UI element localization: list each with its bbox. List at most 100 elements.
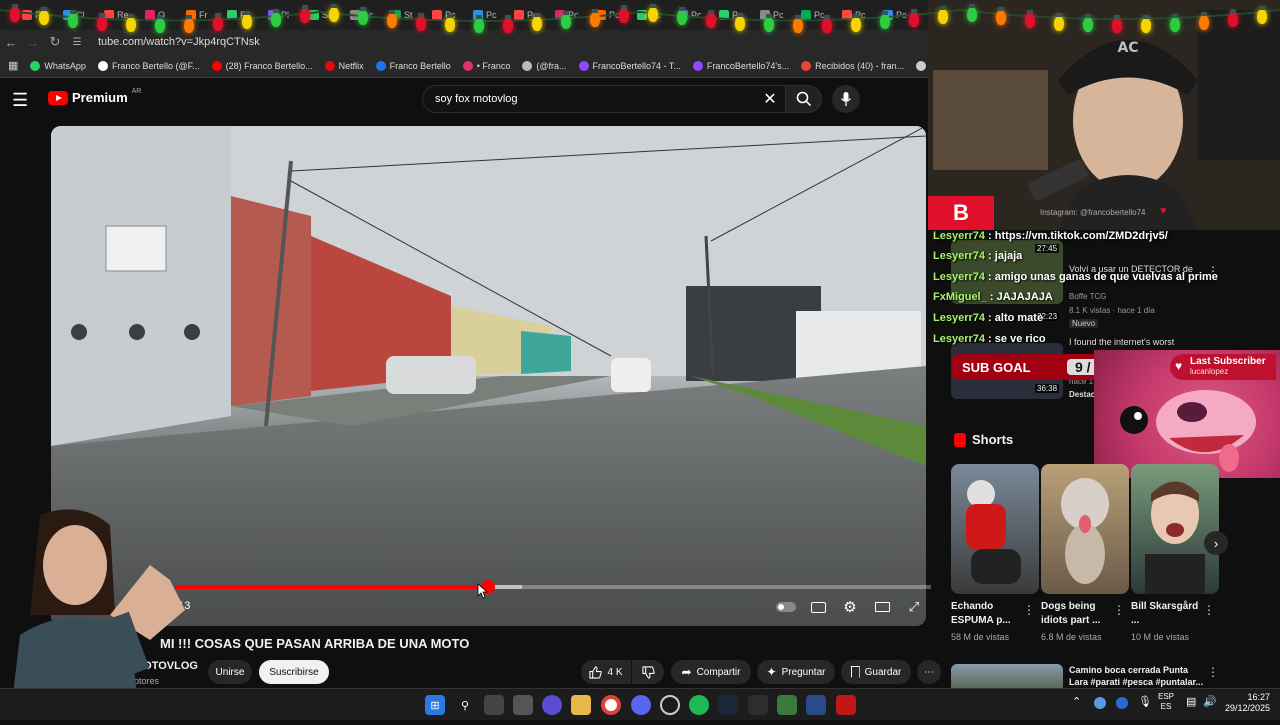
short-title[interactable]: Echando ESPUMA p... — [951, 600, 1027, 628]
like-button[interactable]: 4 K — [581, 660, 631, 684]
bookmark-item[interactable]: Netflix — [324, 60, 364, 71]
christmas-light-bulb — [1112, 14, 1122, 33]
bookmark-item[interactable]: Franco Bertello (@F... — [97, 60, 200, 71]
site-info-icon[interactable]: ☰ — [66, 31, 88, 53]
search-input[interactable]: soy fox motovlog — [422, 85, 786, 113]
clear-search-icon[interactable]: ✕ — [758, 89, 782, 109]
browser-tab[interactable]: Pc — [596, 6, 636, 24]
forward-icon[interactable]: → — [22, 31, 44, 53]
chat-separator: : — [985, 312, 995, 324]
discord-icon[interactable] — [631, 695, 651, 715]
ask-button[interactable]: ✦ Preguntar — [757, 660, 835, 684]
subscribe-button[interactable]: Suscribirse — [259, 660, 329, 684]
tab-favicon-icon — [145, 10, 155, 20]
christmas-light-bulb — [1083, 14, 1093, 33]
bookmark-item[interactable]: WhatsApp — [30, 60, 86, 71]
bookmark-item[interactable]: • Franco — [462, 60, 510, 71]
apps-grid-icon[interactable]: ▦ — [8, 59, 18, 72]
obs-icon[interactable] — [660, 695, 680, 715]
share-button[interactable]: ➦ Compartir — [671, 660, 751, 684]
fullscreen-button[interactable]: ⤢ — [903, 598, 925, 616]
tab-label: Fr — [199, 10, 208, 20]
more-actions-button[interactable]: ⋯ — [917, 660, 941, 684]
bookmark-item[interactable]: FrancoBertello74 - T... — [578, 60, 681, 71]
heart-icon: ♥ — [1160, 205, 1167, 217]
url-field[interactable]: tube.com/watch?v=Jkp4rqCTNsk — [98, 36, 260, 48]
tab-label: Pl — [281, 10, 290, 20]
shorts-next-button[interactable]: › — [1204, 531, 1228, 555]
network-icon[interactable]: ▤ — [1186, 695, 1196, 708]
channel-badge-logo: B — [928, 196, 994, 230]
browser-tab[interactable]: Pc — [842, 6, 882, 24]
spotify-icon[interactable] — [689, 695, 709, 715]
recommended-more-icon[interactable]: ⋮ — [1207, 665, 1219, 679]
app-icon[interactable] — [777, 695, 797, 715]
last-subscriber-banner: ♥ Last Subscriber lucanlopez — [1170, 354, 1276, 380]
youtube-premium-logo[interactable]: Premium AR — [48, 88, 142, 105]
christmas-light-bulb — [39, 7, 49, 26]
chat-separator: : — [985, 271, 995, 283]
system-clock[interactable]: 16:27 29/12/2025 — [1214, 692, 1270, 714]
app-icon[interactable] — [748, 695, 768, 715]
christmas-light-bulb — [445, 14, 455, 33]
bookmark-item[interactable]: Franco Bertello — [375, 60, 451, 71]
chat-separator: : — [986, 291, 997, 303]
logo-text: Premium — [72, 90, 128, 105]
chat-text: JAJAJAJA — [996, 291, 1053, 303]
short-more-icon[interactable]: ⋮ — [1023, 603, 1035, 617]
tab-favicon-icon — [309, 10, 319, 20]
tab-label: Pc — [609, 10, 620, 20]
hamburger-menu-icon[interactable]: ☰ — [12, 90, 36, 110]
subtitles-button[interactable] — [807, 598, 829, 616]
bookmark-item[interactable]: (@fra... — [522, 60, 567, 71]
short-more-icon[interactable]: ⋮ — [1203, 603, 1215, 617]
dislike-button[interactable] — [632, 660, 664, 684]
bookmark-item[interactable]: (28) Franco Bertello... — [211, 60, 313, 71]
browser-tab[interactable]: Ac — [350, 6, 390, 24]
bookmark-label: Franco Bertello — [389, 60, 451, 71]
short-title[interactable]: Bill Skarsgård ... — [1131, 600, 1207, 628]
task-view-icon[interactable] — [484, 695, 504, 715]
app-icon[interactable] — [542, 695, 562, 715]
share-arrow-icon: ➦ — [681, 665, 692, 679]
country-code: AR — [131, 88, 142, 95]
steam-icon[interactable] — [718, 695, 738, 715]
short-thumbnail[interactable] — [951, 464, 1039, 594]
recommended-video-item[interactable]: Camino boca cerrada Punta Lara #parati #… — [951, 664, 1271, 688]
christmas-light-bulb — [851, 13, 861, 32]
microphone-icon[interactable]: 🎙 — [1138, 695, 1152, 708]
app-icon[interactable] — [836, 695, 856, 715]
search-button[interactable] — [786, 85, 822, 113]
christmas-light-bulb — [184, 14, 194, 33]
browser-tab[interactable]: Re — [104, 6, 144, 24]
back-icon[interactable]: ← — [0, 31, 22, 53]
widgets-icon[interactable] — [513, 695, 533, 715]
tab-favicon-icon — [842, 10, 852, 20]
theater-mode-button[interactable] — [871, 598, 893, 616]
like-count: 4 K — [607, 666, 623, 678]
join-button[interactable]: Unirse — [208, 660, 252, 684]
bookmark-item[interactable]: FrancoBertello74's... — [692, 60, 789, 71]
short-thumbnail[interactable] — [1041, 464, 1129, 594]
browser-tab[interactable]: Pc — [801, 6, 841, 24]
short-more-icon[interactable]: ⋮ — [1113, 603, 1125, 617]
tray-icon[interactable] — [1094, 697, 1106, 709]
browser-tab[interactable]: O — [145, 6, 185, 24]
tray-icon[interactable] — [1116, 697, 1128, 709]
reload-icon[interactable]: ↻ — [44, 31, 66, 53]
short-title[interactable]: Dogs being idiots part ... — [1041, 600, 1117, 628]
voice-search-button[interactable] — [832, 85, 860, 113]
bookmark-item[interactable]: Recibidos (40) - fran... — [801, 60, 904, 71]
keyboard-language[interactable]: ESP ES — [1158, 692, 1174, 712]
tray-chevron-icon[interactable]: ⌃ — [1072, 695, 1081, 708]
file-explorer-icon[interactable] — [571, 695, 591, 715]
short-thumbnail[interactable] — [1131, 464, 1219, 594]
windows-start-icon[interactable]: ⊞ — [425, 695, 445, 715]
chrome-icon[interactable] — [601, 695, 621, 715]
app-icon[interactable] — [806, 695, 826, 715]
settings-button[interactable]: ⚙ — [839, 598, 861, 616]
save-button[interactable]: Guardar — [841, 660, 911, 684]
search-icon[interactable]: ⚲ — [455, 695, 475, 715]
tab-favicon-icon — [719, 10, 729, 20]
autoplay-toggle[interactable] — [775, 598, 797, 616]
